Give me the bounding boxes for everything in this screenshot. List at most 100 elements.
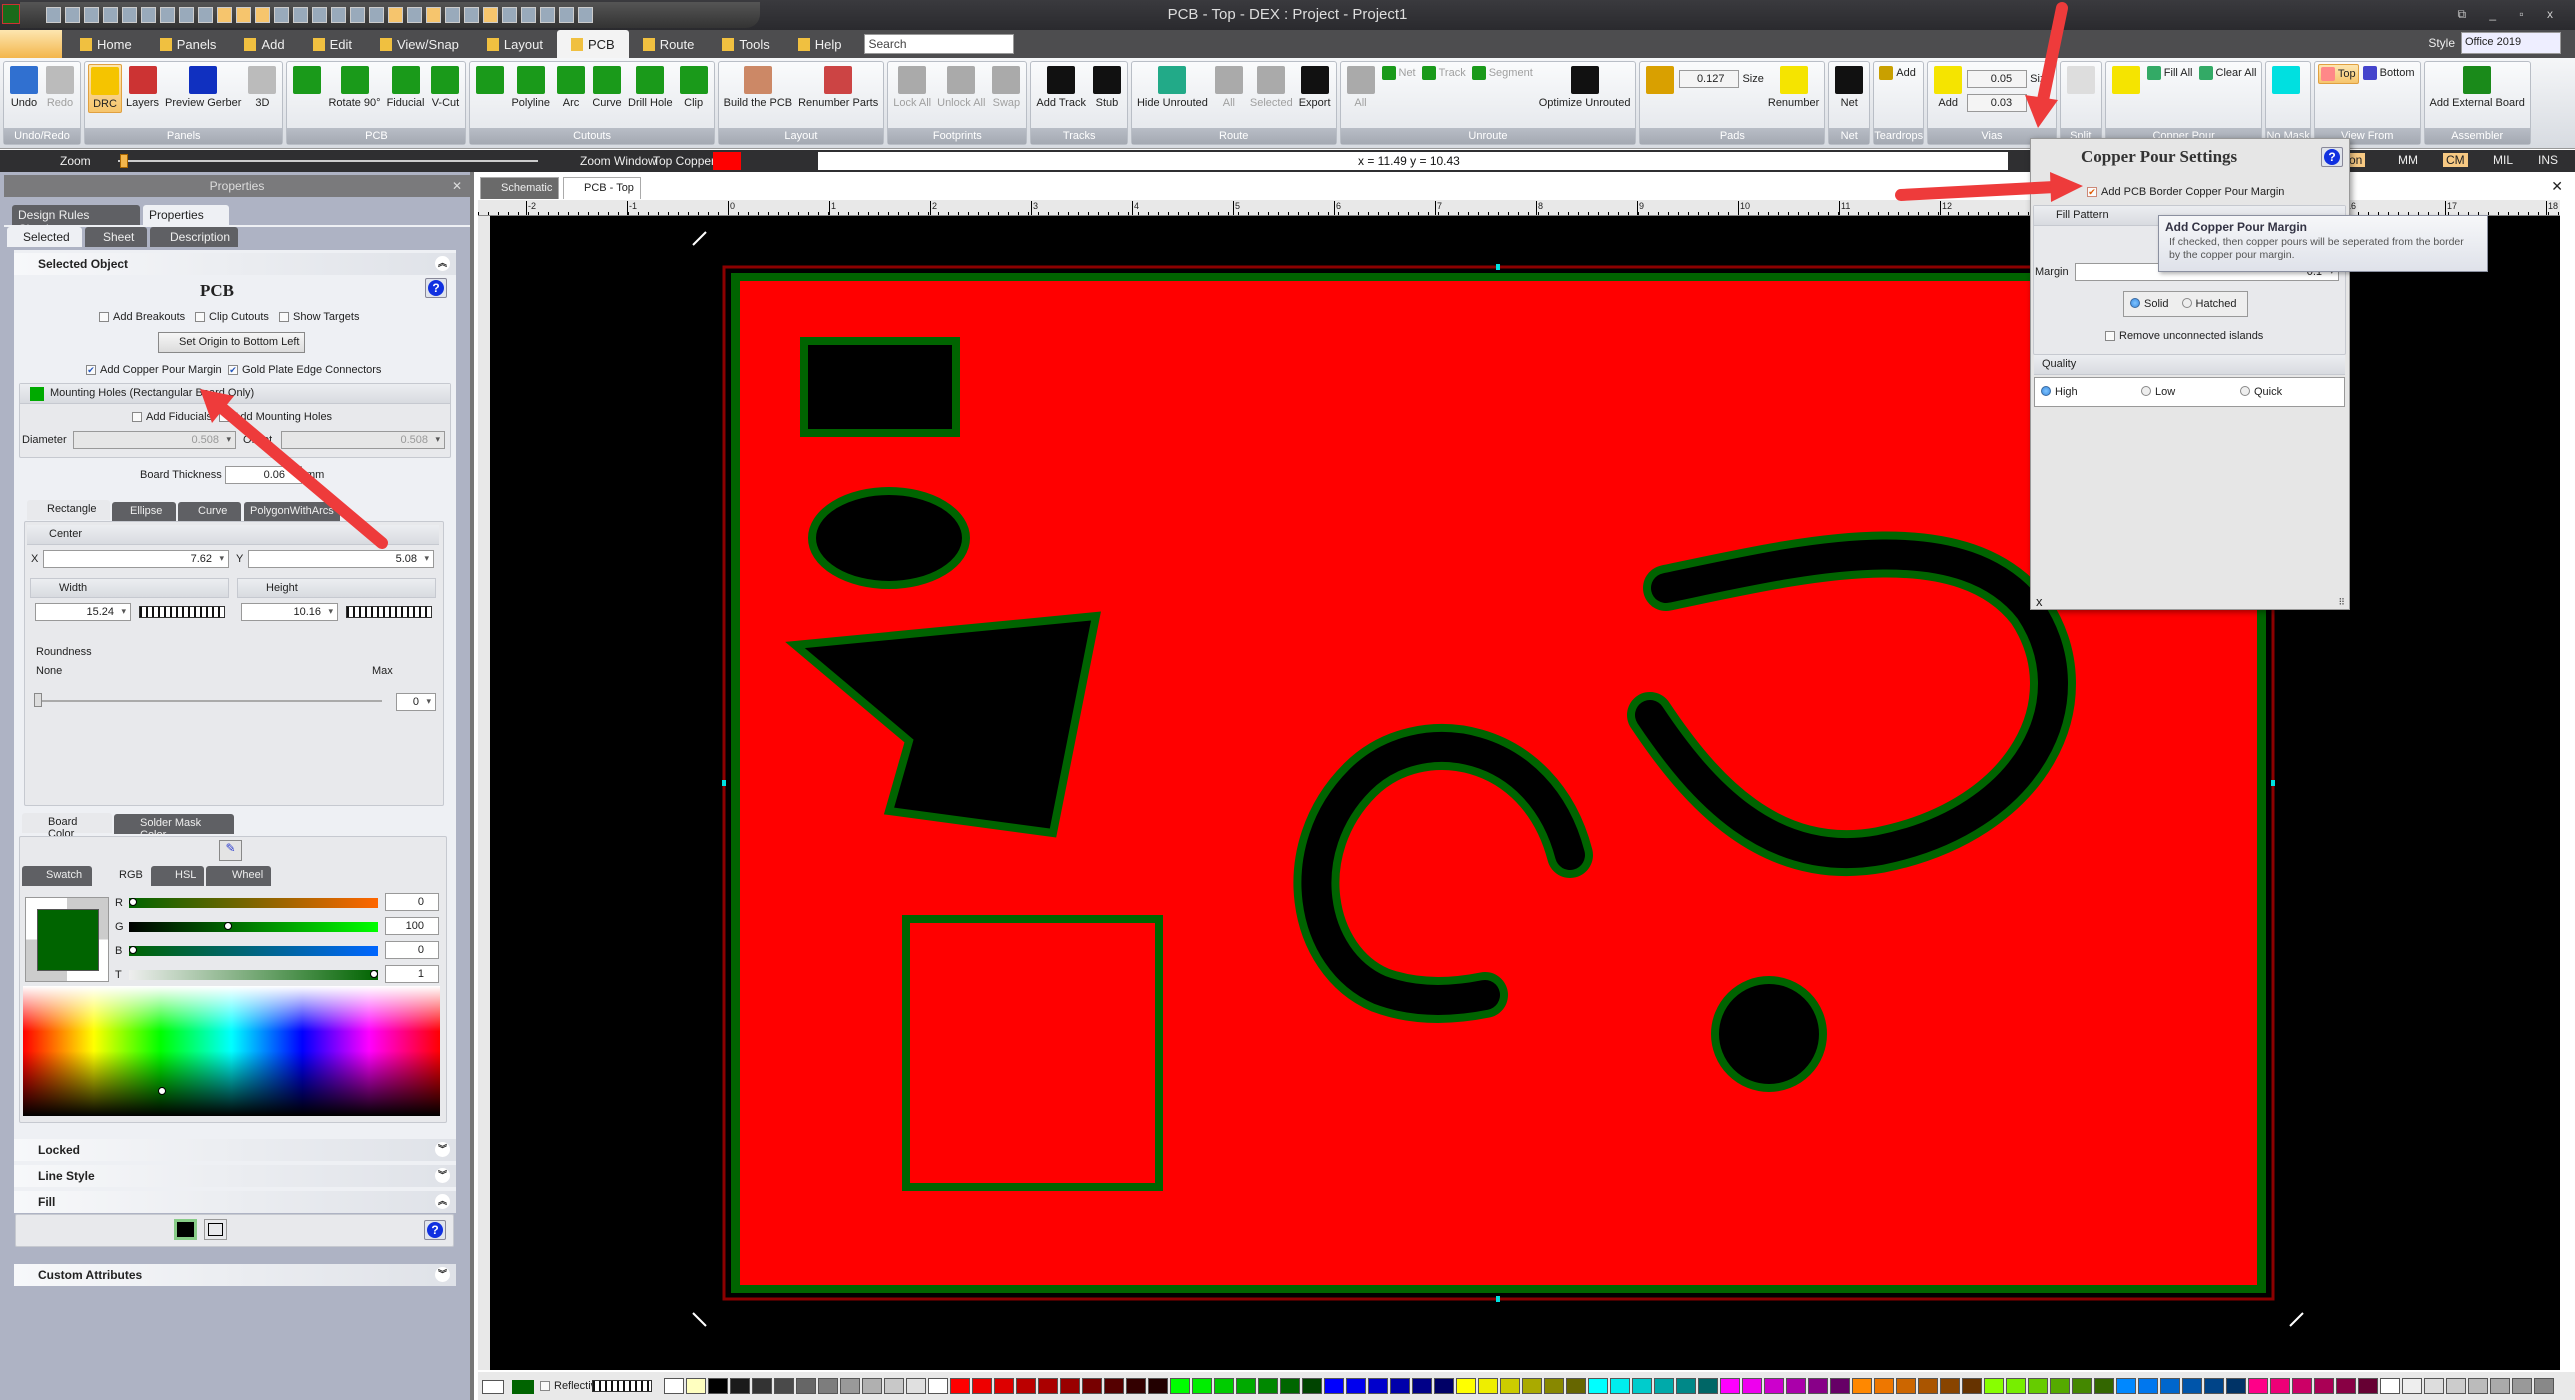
palette-swatch[interactable] [1984,1378,2004,1394]
gold-plate-checkbox[interactable]: ✔ Gold Plate Edge Connectors [228,364,381,376]
palette-swatch[interactable] [906,1378,926,1394]
palette-swatch[interactable] [1082,1378,1102,1394]
add-external-board-button[interactable]: Add External Board [2428,64,2527,111]
fiducial-button[interactable]: Fiducial [385,64,427,111]
palette-swatch[interactable] [2160,1378,2180,1394]
tab-swatch[interactable]: Swatch [22,866,92,886]
subtab-selected[interactable]: Selected [7,227,82,247]
collapse-icon[interactable]: ︽ [435,256,450,271]
palette-swatch[interactable] [1852,1378,1872,1394]
palette-swatch[interactable] [950,1378,970,1394]
polyline-button[interactable]: Polyline [509,64,552,111]
palette-swatch[interactable] [664,1378,684,1394]
palette-swatch[interactable] [1764,1378,1784,1394]
channel-r-knob[interactable] [129,898,137,906]
top-button[interactable]: Top [2317,64,2359,84]
menu-tab-panels[interactable]: Panels [146,30,231,58]
channel-t-slider[interactable] [129,970,378,980]
radio-quick[interactable]: Quick [2240,386,2282,398]
file-menu-button[interactable] [0,30,62,58]
palette-swatch[interactable] [1610,1378,1630,1394]
pad-shapes-button[interactable] [1643,64,1677,99]
popup-help-button[interactable]: ? [2321,147,2343,167]
menu-tab-home[interactable]: Home [66,30,146,58]
style-select[interactable]: Office 2019 [2461,32,2561,54]
palette-swatch[interactable] [1214,1378,1234,1394]
width-input[interactable]: 15.24 [35,603,131,621]
palette-swatch[interactable] [1412,1378,1432,1394]
channel-t-input[interactable]: 1 [385,965,439,983]
color-spectrum[interactable] [23,986,440,1116]
tab-board-color[interactable]: Board Color [22,813,112,840]
zoom-window-button[interactable]: Zoom Window [580,154,657,168]
close-document-icon[interactable]: ✕ [2551,178,2563,195]
palette-swatch[interactable] [884,1378,904,1394]
roundness-slider-thumb[interactable] [34,693,42,707]
palette-swatch[interactable] [2358,1378,2378,1394]
zoom-slider-thumb[interactable] [120,154,128,168]
palette-swatch[interactable] [1038,1378,1058,1394]
fill-help-button[interactable]: ? [424,1220,446,1240]
palette-swatch[interactable] [1324,1378,1344,1394]
palette-swatch[interactable] [1874,1378,1894,1394]
palette-swatch[interactable] [2468,1378,2488,1394]
section-selected-object[interactable]: Selected Object ︽ [14,253,456,275]
palette-swatch[interactable] [1808,1378,1828,1394]
menu-tab-edit[interactable]: Edit [299,30,366,58]
menu-tab-pcb[interactable]: PCB [556,30,629,58]
add-button[interactable]: Add [1877,64,1918,82]
fill-solid-button[interactable] [174,1219,197,1240]
palette-swatch[interactable] [2446,1378,2466,1394]
palette-swatch[interactable] [1478,1378,1498,1394]
unit-ins[interactable]: INS [2535,153,2561,167]
spectrum-marker[interactable] [158,1087,166,1095]
palette-swatch[interactable] [1544,1378,1564,1394]
tab-wheel[interactable]: Wheel [206,866,271,886]
palette-swatch[interactable] [2292,1378,2312,1394]
channel-b-slider[interactable] [129,946,378,956]
add-copper-pour-margin-checkbox[interactable]: ✔ Add Copper Pour Margin [86,364,222,376]
roundness-slider[interactable] [36,700,382,702]
unit-mm[interactable]: MM [2395,153,2421,167]
height-slider[interactable] [346,606,432,618]
palette-swatch[interactable] [1962,1378,1982,1394]
net-button[interactable]: Net [1380,64,1418,82]
palette-swatch[interactable] [2490,1378,2510,1394]
fill-all-button[interactable]: Fill All [2145,64,2195,82]
foreground-color-swatch[interactable] [512,1380,534,1394]
palette-swatch[interactable] [1346,1378,1366,1394]
section-custom-attributes[interactable]: Custom Attributes ︾ [14,1264,456,1286]
subtab-sheet[interactable]: Sheet [85,227,147,247]
menu-tab-tools[interactable]: Tools [708,30,783,58]
palette-swatch[interactable] [972,1378,992,1394]
net-button[interactable]: Net [1832,64,1866,111]
menu-tab-layout[interactable]: Layout [473,30,557,58]
palette-swatch[interactable] [1500,1378,1520,1394]
input-value[interactable]: 0.05 [1967,70,2028,88]
palette-swatch[interactable] [1698,1378,1718,1394]
all-button[interactable]: All [1344,64,1378,111]
arc-button[interactable]: Arc [554,64,588,111]
selected-button[interactable]: Selected [1248,64,1295,111]
palette-swatch[interactable] [1720,1378,1740,1394]
palette-swatch[interactable] [1302,1378,1322,1394]
palette-swatch[interactable] [2380,1378,2400,1394]
palette-swatch[interactable] [1258,1378,1278,1394]
radio-hatched[interactable]: Hatched [2181,298,2237,310]
diameter-input[interactable]: 0.508 [73,431,236,449]
palette-swatch[interactable] [1918,1378,1938,1394]
clear-all-button[interactable]: Clear All [2197,64,2259,82]
vias-size-input[interactable]: 0.05 Size [1967,70,2053,88]
preview-gerber-button[interactable]: Preview Gerber [163,64,243,111]
palette-swatch[interactable] [1280,1378,1300,1394]
palette-swatch[interactable] [1566,1378,1586,1394]
menu-tab-view-snap[interactable]: View/Snap [366,30,473,58]
palette-swatch[interactable] [1676,1378,1696,1394]
radio-solid[interactable]: Solid [2130,298,2168,310]
palette-swatch[interactable] [1060,1378,1080,1394]
pour-shapes-button[interactable] [2109,64,2143,99]
no-mask-button[interactable] [2269,64,2303,99]
palette-swatch[interactable] [2512,1378,2532,1394]
rotate-90-button[interactable]: Rotate 90° [326,64,382,111]
height-input[interactable]: 10.16 [241,603,338,621]
